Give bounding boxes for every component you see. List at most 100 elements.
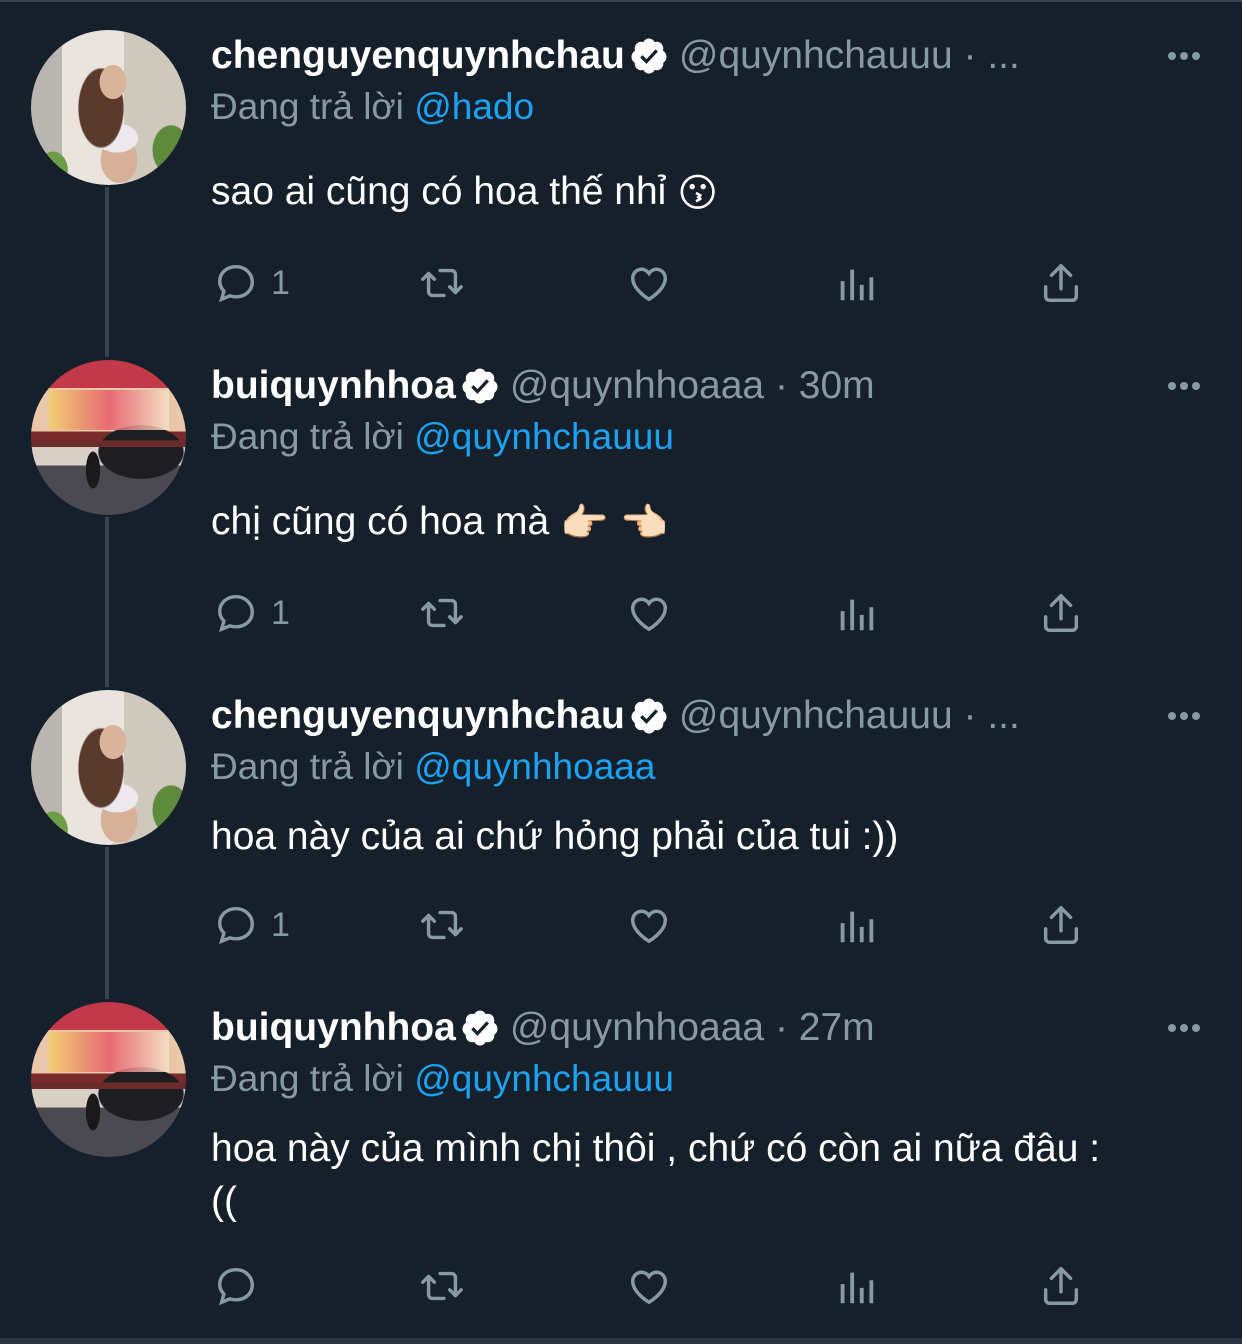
analytics-icon <box>840 599 874 631</box>
replying-to: Đang trả lời @quynhhoaaa <box>211 746 655 788</box>
tweet-actions: 1 <box>0 253 1242 313</box>
tweet-text-content: hoa này của mình chị thôi , chứ có còn a… <box>211 1127 1101 1223</box>
tweet-text: chị cũng có hoa mà 👉🏻 👈🏻 <box>211 495 1171 550</box>
like-button[interactable] <box>626 1256 672 1316</box>
reply-count: 1 <box>271 263 290 302</box>
like-icon <box>630 597 668 632</box>
emoji: 😗 <box>677 172 718 216</box>
display-name[interactable]: buiquynhhoa <box>211 1006 456 1049</box>
tweet-actions: 1 <box>0 583 1242 643</box>
like-icon <box>630 909 668 944</box>
like-icon <box>630 1270 668 1305</box>
analytics-button[interactable] <box>833 1256 879 1316</box>
retweet-icon <box>421 910 463 940</box>
tweet-actions: 1 <box>0 895 1242 955</box>
analytics-button[interactable] <box>833 895 879 955</box>
reply-icon <box>217 1267 255 1306</box>
more-icon[interactable] <box>1164 36 1204 76</box>
tweet-text: hoa này của mình chị thôi , chứ có còn a… <box>211 1122 1111 1228</box>
retweet-icon <box>421 1271 463 1301</box>
mention-link[interactable]: @quynhchauuu <box>414 416 674 457</box>
avatar-sign <box>49 390 169 430</box>
avatar[interactable] <box>31 1002 186 1157</box>
verified-badge-icon <box>631 38 667 74</box>
replying-to-label: Đang trả lời <box>211 746 404 787</box>
retweet-button[interactable] <box>419 583 465 643</box>
tweet-header: buiquynhhoa @quynhhoaaa · 30m <box>211 364 875 414</box>
share-icon <box>1043 906 1079 944</box>
tweet[interactable]: chenguyenquynhchau @quynhchauuu · ... Đan… <box>0 0 1242 330</box>
like-button[interactable] <box>626 895 672 955</box>
retweet-icon <box>421 598 463 628</box>
reply-button[interactable]: 1 <box>213 895 290 955</box>
handle-time: @quynhhoaaa · 27m <box>509 1006 875 1049</box>
tweet-text: hoa này của ai chứ hỏng phải của tui :)) <box>211 810 1171 863</box>
share-button[interactable] <box>1038 1256 1084 1316</box>
more-icon[interactable] <box>1164 1008 1204 1048</box>
analytics-icon <box>840 911 874 943</box>
mention-link[interactable]: @hado <box>414 86 534 127</box>
replying-to: Đang trả lời @quynhchauuu <box>211 416 674 458</box>
analytics-button[interactable] <box>833 253 879 313</box>
like-icon <box>630 267 668 302</box>
tweet[interactable]: buiquynhhoa @quynhhoaaa · 30m Đang trả lờ… <box>0 330 1242 660</box>
emoji: 👉🏻 👈🏻 <box>560 502 669 546</box>
verified-badge-icon <box>631 698 667 734</box>
mention-link[interactable]: @quynhchauuu <box>414 1058 674 1099</box>
analytics-icon <box>840 1272 874 1304</box>
tweet-actions <box>0 1256 1242 1316</box>
reply-count: 1 <box>271 905 290 944</box>
reply-button[interactable]: 1 <box>213 253 290 313</box>
bottom-divider <box>0 1338 1242 1344</box>
like-button[interactable] <box>626 583 672 643</box>
handle-time: @quynhchauuu · ... <box>678 694 1020 737</box>
handle-time: @quynhchauuu · ... <box>678 34 1020 77</box>
handle-time: @quynhhoaaa · 30m <box>509 364 875 407</box>
reply-icon <box>217 906 255 945</box>
avatar[interactable] <box>31 360 186 515</box>
reply-icon <box>217 264 255 303</box>
display-name[interactable]: chenguyenquynhchau <box>211 694 625 737</box>
replying-to: Đang trả lời @quynhchauuu <box>211 1058 674 1100</box>
retweet-button[interactable] <box>419 1256 465 1316</box>
replying-to-label: Đang trả lời <box>211 1058 404 1099</box>
retweet-button[interactable] <box>419 253 465 313</box>
tweet-header: buiquynhhoa @quynhhoaaa · 27m <box>211 1006 875 1056</box>
avatar[interactable] <box>31 30 186 185</box>
share-button[interactable] <box>1038 583 1084 643</box>
tweet[interactable]: buiquynhhoa @quynhhoaaa · 27m Đang trả lờ… <box>0 972 1242 1338</box>
tweet-text: sao ai cũng có hoa thế nhỉ 😗 <box>211 165 1171 220</box>
share-icon <box>1043 594 1079 632</box>
more-icon[interactable] <box>1164 696 1204 736</box>
verified-badge-icon <box>462 368 498 404</box>
retweet-icon <box>421 268 463 298</box>
share-button[interactable] <box>1038 253 1084 313</box>
avatar-sign <box>49 1032 169 1072</box>
tweet-text-content: hoa này của ai chứ hỏng phải của tui :)) <box>211 815 899 858</box>
reply-count: 1 <box>271 593 290 632</box>
reply-button[interactable]: 1 <box>213 583 290 643</box>
retweet-button[interactable] <box>419 895 465 955</box>
tweet-header: chenguyenquynhchau @quynhchauuu · ... <box>211 694 1020 744</box>
tweet-text-content: chị cũng có hoa mà <box>211 500 550 543</box>
display-name[interactable]: chenguyenquynhchau <box>211 34 625 77</box>
verified-badge-icon <box>462 1010 498 1046</box>
share-icon <box>1043 264 1079 302</box>
like-button[interactable] <box>626 253 672 313</box>
reply-button[interactable] <box>213 1256 271 1316</box>
share-icon <box>1043 1267 1079 1305</box>
analytics-icon <box>840 269 874 301</box>
mention-link[interactable]: @quynhhoaaa <box>414 746 655 787</box>
replying-to-label: Đang trả lời <box>211 86 404 127</box>
tweet-header: chenguyenquynhchau @quynhchauuu · ... <box>211 34 1020 84</box>
analytics-button[interactable] <box>833 583 879 643</box>
tweet-text-content: sao ai cũng có hoa thế nhỉ <box>211 170 667 213</box>
tweet[interactable]: chenguyenquynhchau @quynhchauuu · ... Đan… <box>0 660 1242 972</box>
replying-to-label: Đang trả lời <box>211 416 404 457</box>
display-name[interactable]: buiquynhhoa <box>211 364 456 407</box>
share-button[interactable] <box>1038 895 1084 955</box>
more-icon[interactable] <box>1164 366 1204 406</box>
replying-to: Đang trả lời @hado <box>211 86 534 128</box>
reply-icon <box>217 594 255 633</box>
avatar[interactable] <box>31 690 186 845</box>
